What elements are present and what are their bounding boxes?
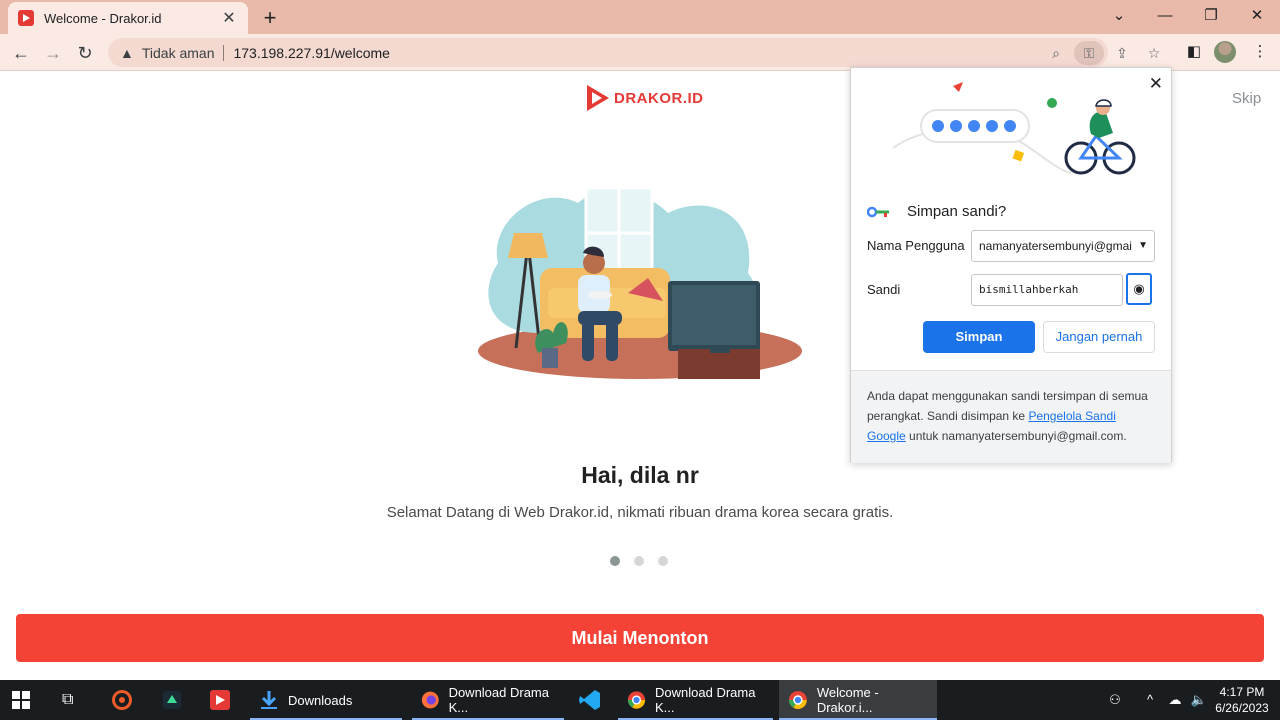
start-watching-button[interactable]: Mulai Menonton (16, 614, 1264, 662)
bookmark-star-icon[interactable]: ☆ (1142, 41, 1166, 65)
media-player-icon[interactable] (110, 680, 134, 720)
drakor-app-icon[interactable] (208, 680, 232, 720)
app-store-icon[interactable] (160, 680, 184, 720)
task-view-icon[interactable]: ⧉ (62, 680, 86, 720)
popup-footer: Anda dapat menggunakan sandi tersimpan d… (851, 370, 1171, 463)
popup-close-icon[interactable]: ✕ (1149, 74, 1163, 94)
start-windows-icon[interactable] (12, 680, 36, 720)
password-illustration (892, 82, 1136, 175)
taskbar-firefox[interactable]: Download Drama K... (412, 680, 564, 720)
volume-icon[interactable]: 🔈 (1188, 680, 1210, 720)
people-icon[interactable]: ⚇ (1104, 680, 1126, 720)
tray-chevron-up-icon[interactable]: ^ (1140, 680, 1160, 720)
share-icon[interactable]: ⇪ (1110, 41, 1134, 65)
taskbar-clock[interactable]: 4:17 PM 6/26/2023 (1212, 684, 1272, 716)
username-value: namanyatersembunyi@gmai (979, 239, 1132, 253)
welcome-subline: Selamat Datang di Web Drakor.id, nikmati… (386, 504, 894, 521)
taskbar-downloads[interactable]: Downloads (250, 680, 402, 720)
hide-password-eye-icon[interactable]: ◉ (1126, 273, 1152, 305)
firefox-icon (421, 691, 439, 709)
taskbar-downloads-label: Downloads (288, 692, 353, 708)
minimize-button[interactable]: — (1142, 3, 1188, 29)
username-label: Nama Pengguna (867, 238, 965, 253)
welcome-headline: Hai, dila nr (581, 462, 699, 488)
browser-toolbar: ← → ↻ ▲ Tidak aman 173.198.227.91/welcom… (0, 34, 1280, 71)
close-window-button[interactable]: ✕ (1234, 3, 1280, 29)
popup-title: Simpan sandi? (907, 203, 1007, 220)
taskbar-firefox-label: Download Drama K... (448, 685, 549, 715)
taskbar-chrome-1[interactable]: Download Drama K... (618, 680, 773, 720)
side-panel-icon[interactable]: ◧ (1182, 40, 1206, 64)
download-folder-icon (261, 691, 277, 709)
password-field[interactable]: bismillahberkah (971, 274, 1123, 306)
tab-welcome[interactable]: Welcome - Drakor.id ✕ (8, 2, 248, 34)
restore-button[interactable]: ❐ (1188, 3, 1234, 29)
logo-text: DRAKOR.ID (614, 89, 704, 107)
security-label[interactable]: Tidak aman (142, 45, 215, 61)
username-select[interactable]: namanyatersembunyi@gmai ▼ (971, 230, 1155, 262)
address-bar[interactable]: ▲ Tidak aman 173.198.227.91/welcome ⌕ ⚿ … (108, 38, 1160, 67)
carousel-dot-1[interactable] (610, 556, 620, 566)
tab-search-chevron-icon[interactable]: ⌄ (1096, 3, 1142, 29)
password-label: Sandi (867, 282, 901, 297)
new-tab-button[interactable]: + (258, 5, 282, 31)
tab-strip: Welcome - Drakor.id ✕ + ⌄ — ❐ ✕ (0, 0, 1280, 34)
carousel-dots (610, 556, 668, 566)
drakor-logo: DRAKOR.ID (584, 83, 704, 113)
forward-button[interactable]: → (40, 40, 66, 66)
windows-taskbar: ⧉ Downloads Download Drama K... Download… (0, 680, 1280, 720)
skip-link[interactable]: Skip (1232, 90, 1261, 107)
vscode-icon[interactable] (578, 680, 606, 720)
chrome-icon (788, 691, 807, 709)
footer-text-2: untuk namanyatersembunyi@gmail.com. (909, 429, 1127, 443)
logo-play-icon (587, 85, 609, 111)
divider (223, 44, 225, 61)
welcome-illustration (478, 186, 802, 379)
save-password-popup: ✕ Simpan sandi? Nama Pengguna namanyater… (850, 67, 1172, 463)
clock-time: 4:17 PM (1219, 685, 1265, 699)
clock-date: 6/26/2023 (1215, 701, 1269, 715)
reload-button[interactable]: ↻ (72, 40, 98, 66)
taskbar-chrome-2-label: Welcome - Drakor.i... (816, 685, 879, 715)
avatar[interactable] (1214, 41, 1236, 63)
drakor-favicon-icon (18, 10, 34, 26)
dropdown-caret-icon: ▼ (1138, 240, 1148, 251)
warning-icon: ▲ (120, 44, 134, 61)
tab-title: Welcome - Drakor.id (44, 10, 162, 26)
tab-close-icon[interactable]: ✕ (220, 8, 238, 28)
save-button[interactable]: Simpan (923, 321, 1035, 353)
back-button[interactable]: ← (8, 40, 34, 66)
chrome-icon (627, 691, 646, 709)
taskbar-chrome-1-label: Download Drama K... (655, 685, 756, 715)
password-key-icon[interactable]: ⚿ (1074, 41, 1104, 65)
carousel-dot-3[interactable] (658, 556, 668, 566)
menu-kebab-icon[interactable]: ⋮ (1248, 40, 1272, 64)
onedrive-cloud-icon[interactable]: ☁ (1164, 680, 1186, 720)
taskbar-chrome-2[interactable]: Welcome - Drakor.i... (779, 680, 937, 720)
never-button[interactable]: Jangan pernah (1043, 321, 1155, 353)
key-icon (867, 206, 889, 218)
carousel-dot-2[interactable] (634, 556, 644, 566)
url-text[interactable]: 173.198.227.91/welcome (233, 45, 389, 61)
search-icon[interactable]: ⌕ (1044, 41, 1068, 65)
